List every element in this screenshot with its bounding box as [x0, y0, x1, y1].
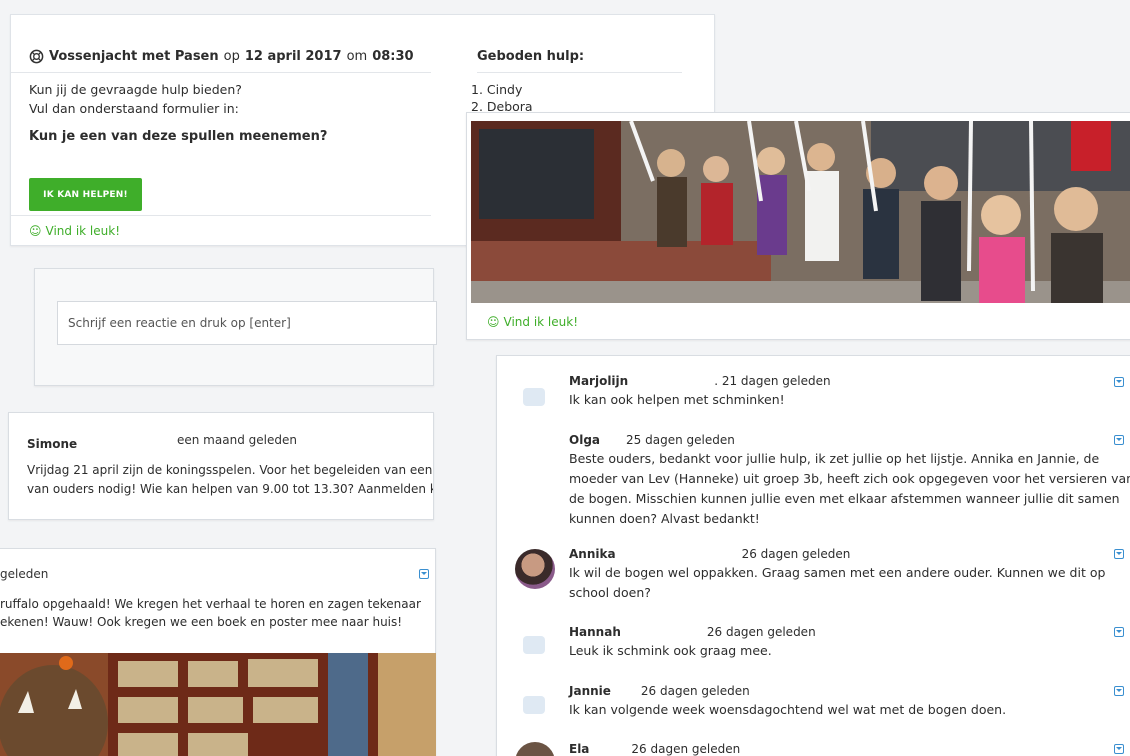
- comment-text: Beste ouders, bedankt voor jullie hulp, …: [569, 451, 1100, 466]
- post-text-line: Vrijdag 21 april zijn de koningsspelen. …: [27, 463, 433, 477]
- smiley-icon: ☺: [487, 315, 500, 329]
- like-label: Vind ik leuk!: [503, 315, 579, 329]
- comment-text: Ik wil de bogen wel oppakken. Graag same…: [569, 565, 1106, 580]
- comment: Annika 26 dagen geleden Ik wil de bogen w…: [569, 547, 1105, 603]
- avatar: [523, 636, 545, 654]
- items-question: Kun je een van deze spullen meenemen?: [29, 129, 328, 144]
- comment-text: Leuk ik schmink ook graag mee.: [569, 643, 772, 658]
- event-title-row: Vossenjacht met Pasen op 12 april 2017 o…: [29, 49, 414, 64]
- like-label: Vind ik leuk!: [45, 224, 121, 238]
- like-button[interactable]: ☺ Vind ik leuk!: [487, 315, 578, 329]
- form-instruction: Vul dan onderstaand formulier in:: [29, 101, 239, 116]
- expand-icon[interactable]: [1114, 549, 1124, 559]
- date-prefix: op: [223, 49, 240, 64]
- comment-text: Ik kan ook helpen met schminken!: [569, 392, 785, 407]
- avatar: [515, 742, 555, 756]
- expand-icon[interactable]: [1114, 377, 1124, 387]
- post-header: Simone: [27, 433, 77, 452]
- comment-text: school doen?: [569, 585, 651, 600]
- children-easter-photo: [471, 121, 1130, 303]
- like-button[interactable]: ☺ Vind ik leuk!: [29, 224, 120, 238]
- offered-help-title: Geboden hulp:: [477, 49, 585, 64]
- avatar: [523, 696, 545, 714]
- bookshelf-photo: [0, 653, 436, 756]
- expand-icon[interactable]: [1114, 627, 1124, 637]
- comment-author[interactable]: Olga: [569, 433, 600, 447]
- comment-author[interactable]: Jannie: [569, 684, 611, 698]
- comment: Ela 26 dagen geleden: [569, 742, 740, 756]
- comment-author[interactable]: Marjolijn: [569, 374, 628, 388]
- post-photo[interactable]: [471, 121, 1130, 303]
- comment-time: 26 dagen geleden: [640, 684, 750, 698]
- help-button[interactable]: IK KAN HELPEN!: [29, 178, 142, 211]
- comment-author[interactable]: Ela: [569, 742, 589, 756]
- post-text-line: ruffalo opgehaald! We kregen het verhaal…: [0, 597, 421, 611]
- comment-author[interactable]: Annika: [569, 547, 616, 561]
- comment-time: 26 dagen geleden: [741, 547, 851, 561]
- post-author[interactable]: Simone: [27, 437, 77, 451]
- expand-icon[interactable]: [1114, 435, 1124, 445]
- comment-text: kunnen doen? Alvast bedankt!: [569, 511, 760, 526]
- simone-post: Simone een maand geleden Vrijdag 21 apri…: [8, 412, 434, 520]
- comment: Marjolijn . 21 dagen geleden Ik kan ook h…: [569, 374, 831, 410]
- comment-author[interactable]: Hannah: [569, 625, 621, 639]
- reply-section: [34, 268, 437, 386]
- comment: Olga 25 dagen geleden Beste ouders, bedan…: [569, 433, 1130, 529]
- post-timestamp: een maand geleden: [177, 433, 297, 447]
- expand-icon[interactable]: [419, 569, 429, 579]
- avatar: [515, 549, 555, 589]
- gruffalo-post: geleden ruffalo opgehaald! We kregen het…: [0, 548, 436, 756]
- avatar: [523, 388, 545, 406]
- comment-time: 26 dagen geleden: [706, 625, 816, 639]
- post-text-line: ekenen! Wauw! Ook kregen we een boek en …: [0, 615, 403, 629]
- comment-text: Ik kan volgende week woensdagochtend wel…: [569, 702, 1007, 717]
- comment: Jannie 26 dagen geleden Ik kan volgende w…: [569, 684, 1006, 720]
- divider: [477, 72, 682, 73]
- comment-text: moeder van Lev (Hanneke) uit groep 3b, h…: [569, 471, 1130, 486]
- help-question: Kun jij de gevraagde hulp bieden?: [29, 82, 242, 97]
- reply-input[interactable]: [57, 301, 437, 345]
- comments-section: Marjolijn . 21 dagen geleden Ik kan ook h…: [496, 355, 1130, 756]
- comment-time: 26 dagen geleden: [631, 742, 741, 756]
- divider: [11, 72, 431, 73]
- event-time: 08:30: [372, 49, 414, 64]
- post-photo[interactable]: [0, 653, 436, 756]
- comment-time: 25 dagen geleden: [626, 433, 735, 447]
- photo-post: ☺ Vind ik leuk!: [466, 112, 1130, 340]
- comment: Hannah 26 dagen geleden Leuk ik schmink o…: [569, 625, 816, 661]
- post-timestamp: geleden: [0, 567, 49, 581]
- expand-icon[interactable]: [1114, 686, 1124, 696]
- expand-icon[interactable]: [1114, 744, 1124, 754]
- list-item: 1. Cindy: [471, 82, 523, 97]
- time-prefix: om: [346, 49, 368, 64]
- comment-text: de bogen. Misschien kunnen jullie even m…: [569, 491, 1120, 506]
- event-date: 12 april 2017: [244, 49, 342, 64]
- smiley-icon: ☺: [29, 224, 42, 238]
- lifebuoy-icon: [29, 49, 44, 64]
- offered-help-list: 1. Cindy 2. Debora: [471, 81, 533, 115]
- comment-time: . 21 dagen geleden: [714, 374, 831, 388]
- divider: [11, 215, 431, 216]
- event-title[interactable]: Vossenjacht met Pasen: [49, 49, 219, 64]
- post-text-line: van ouders nodig! Wie kan helpen van 9.0…: [27, 482, 433, 496]
